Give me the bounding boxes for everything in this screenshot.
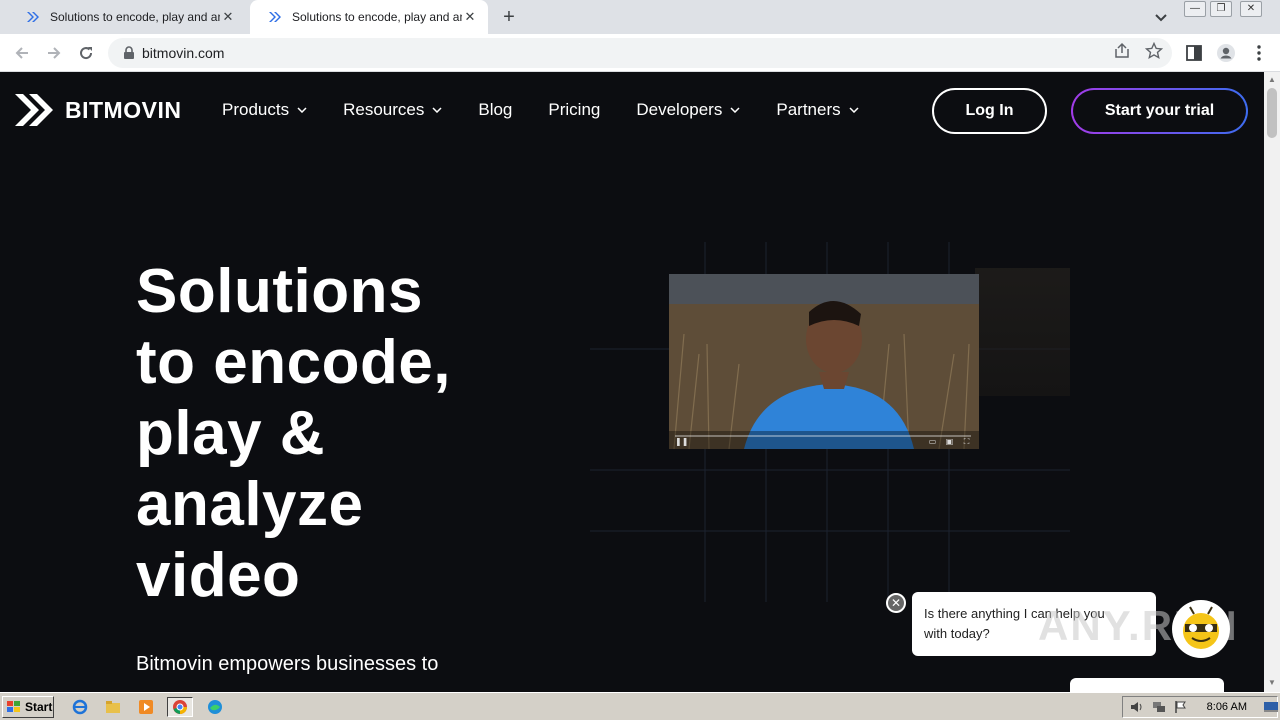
back-button[interactable] bbox=[10, 41, 34, 65]
pause-icon[interactable]: ❚❚ bbox=[675, 437, 688, 446]
nav-partners[interactable]: Partners bbox=[776, 100, 859, 120]
restore-button[interactable]: ❐ bbox=[1210, 1, 1232, 17]
start-trial-label: Start your trial bbox=[1073, 90, 1246, 132]
hero-title-line: analyze bbox=[136, 470, 364, 539]
start-button[interactable]: Start bbox=[2, 696, 54, 718]
tab-close-icon[interactable]: ✕ bbox=[220, 9, 236, 25]
windows-flag-icon bbox=[7, 701, 20, 712]
windows-taskbar: Start 8:06 AM bbox=[0, 692, 1280, 720]
reload-button[interactable] bbox=[74, 41, 98, 65]
tab-title: Solutions to encode, play and analyze bbox=[50, 10, 220, 24]
chevron-down-icon bbox=[730, 107, 740, 113]
hero-title-line: video bbox=[136, 541, 301, 610]
nav-resources[interactable]: Resources bbox=[343, 100, 442, 120]
cookie-banner-peek bbox=[1070, 678, 1224, 692]
forward-arrow-icon bbox=[48, 47, 61, 59]
chevron-down-icon bbox=[297, 107, 307, 113]
bitmovin-favicon-icon bbox=[27, 12, 39, 22]
page-scrollbar[interactable]: ▲ ▼ bbox=[1264, 72, 1280, 692]
share-icon[interactable] bbox=[1113, 42, 1131, 60]
action-center-flag-icon[interactable] bbox=[1173, 699, 1189, 715]
browser-tab-2[interactable]: Solutions to encode, play and analyze ✕ bbox=[250, 0, 488, 34]
main-nav: Products Resources Blog Pricing Develope… bbox=[222, 100, 895, 120]
media-player-icon[interactable] bbox=[136, 697, 156, 717]
network-icon[interactable] bbox=[1151, 699, 1167, 715]
logo-text: BITMOVIN bbox=[65, 96, 182, 123]
hero-title-line: to encode, bbox=[136, 328, 452, 397]
hero-title: Solutions to encode, play & analyze vide… bbox=[136, 256, 556, 611]
edge-icon[interactable] bbox=[205, 697, 225, 717]
bitmovin-homepage: BITMOVIN Products Resources Blog Pricing… bbox=[0, 72, 1264, 692]
scroll-down-icon[interactable]: ▼ bbox=[1268, 679, 1276, 687]
settings-icon[interactable]: ▣ bbox=[945, 437, 954, 446]
fullscreen-icon[interactable]: ⛶ bbox=[962, 437, 971, 446]
bitmovin-logo[interactable]: BITMOVIN bbox=[15, 90, 181, 130]
hero-title-line: Solutions bbox=[136, 257, 423, 326]
runner-video-frame bbox=[669, 274, 979, 449]
nav-products[interactable]: Products bbox=[222, 100, 307, 120]
volume-icon[interactable] bbox=[1129, 699, 1145, 715]
new-tab-button[interactable]: + bbox=[498, 6, 520, 28]
nav-blog[interactable]: Blog bbox=[478, 100, 512, 120]
video-thumbnail-ghost bbox=[975, 268, 1070, 396]
nav-label: Products bbox=[222, 100, 290, 119]
address-bar[interactable]: bitmovin.com bbox=[108, 38, 1172, 68]
chat-bot-avatar-icon[interactable] bbox=[1172, 600, 1230, 658]
browser-toolbar: bitmovin.com bbox=[0, 34, 1280, 72]
bookmark-star-icon[interactable] bbox=[1145, 42, 1163, 60]
scroll-thumb[interactable] bbox=[1267, 88, 1277, 138]
explorer-icon[interactable] bbox=[103, 697, 123, 717]
clock: 8:06 AM bbox=[1206, 701, 1247, 713]
browser-tab-strip: Solutions to encode, play and analyze ✕ … bbox=[0, 0, 1280, 34]
minimize-button[interactable]: — bbox=[1184, 1, 1206, 17]
profile-avatar-icon[interactable] bbox=[1216, 43, 1236, 63]
video-controls: ❚❚ ▭ ▣ ⛶ bbox=[669, 431, 979, 449]
chevron-down-icon bbox=[432, 107, 442, 113]
hero-video-player[interactable]: ❚❚ ▭ ▣ ⛶ bbox=[669, 274, 979, 449]
chrome-icon[interactable] bbox=[167, 697, 193, 717]
back-arrow-icon bbox=[15, 47, 28, 59]
nav-label: Developers bbox=[636, 100, 723, 119]
chat-close-button[interactable]: ✕ bbox=[886, 593, 906, 613]
side-panel-icon[interactable] bbox=[1184, 43, 1204, 63]
browser-menu-icon[interactable] bbox=[1249, 43, 1269, 63]
video-progress-bar[interactable] bbox=[675, 435, 971, 437]
lock-icon[interactable] bbox=[122, 46, 136, 60]
chevron-down-icon bbox=[849, 107, 859, 113]
tab-close-icon[interactable]: ✕ bbox=[462, 9, 478, 25]
hero-title-line: play & bbox=[136, 399, 326, 468]
login-button[interactable]: Log In bbox=[932, 88, 1047, 134]
show-desktop-icon[interactable] bbox=[1263, 699, 1279, 715]
bitmovin-logo-icon bbox=[15, 94, 53, 126]
browser-tab-1[interactable]: Solutions to encode, play and analyze ✕ bbox=[8, 0, 246, 34]
reload-icon bbox=[80, 47, 93, 60]
subtitles-icon[interactable]: ▭ bbox=[928, 437, 937, 446]
system-tray: 8:06 AM bbox=[1122, 696, 1278, 718]
nav-label: Resources bbox=[343, 100, 425, 119]
nav-label: Partners bbox=[776, 100, 841, 119]
hero-subtitle: Bitmovin empowers businesses to bbox=[136, 653, 439, 675]
nav-developers[interactable]: Developers bbox=[636, 100, 740, 120]
bitmovin-favicon-icon bbox=[269, 12, 281, 22]
ie-icon[interactable] bbox=[70, 697, 90, 717]
window-close-button[interactable]: ✕ bbox=[1240, 1, 1262, 17]
nav-label: Pricing bbox=[548, 100, 601, 119]
start-label: Start bbox=[25, 700, 53, 714]
forward-button[interactable] bbox=[42, 41, 66, 65]
nav-pricing[interactable]: Pricing bbox=[548, 100, 600, 120]
scroll-up-icon[interactable]: ▲ bbox=[1268, 76, 1276, 84]
tab-search-chevron-icon[interactable] bbox=[1152, 8, 1170, 26]
nav-label: Blog bbox=[478, 100, 513, 119]
tab-title: Solutions to encode, play and analyze bbox=[292, 10, 462, 24]
url-text: bitmovin.com bbox=[142, 45, 225, 61]
start-trial-button[interactable]: Start your trial bbox=[1071, 88, 1248, 134]
